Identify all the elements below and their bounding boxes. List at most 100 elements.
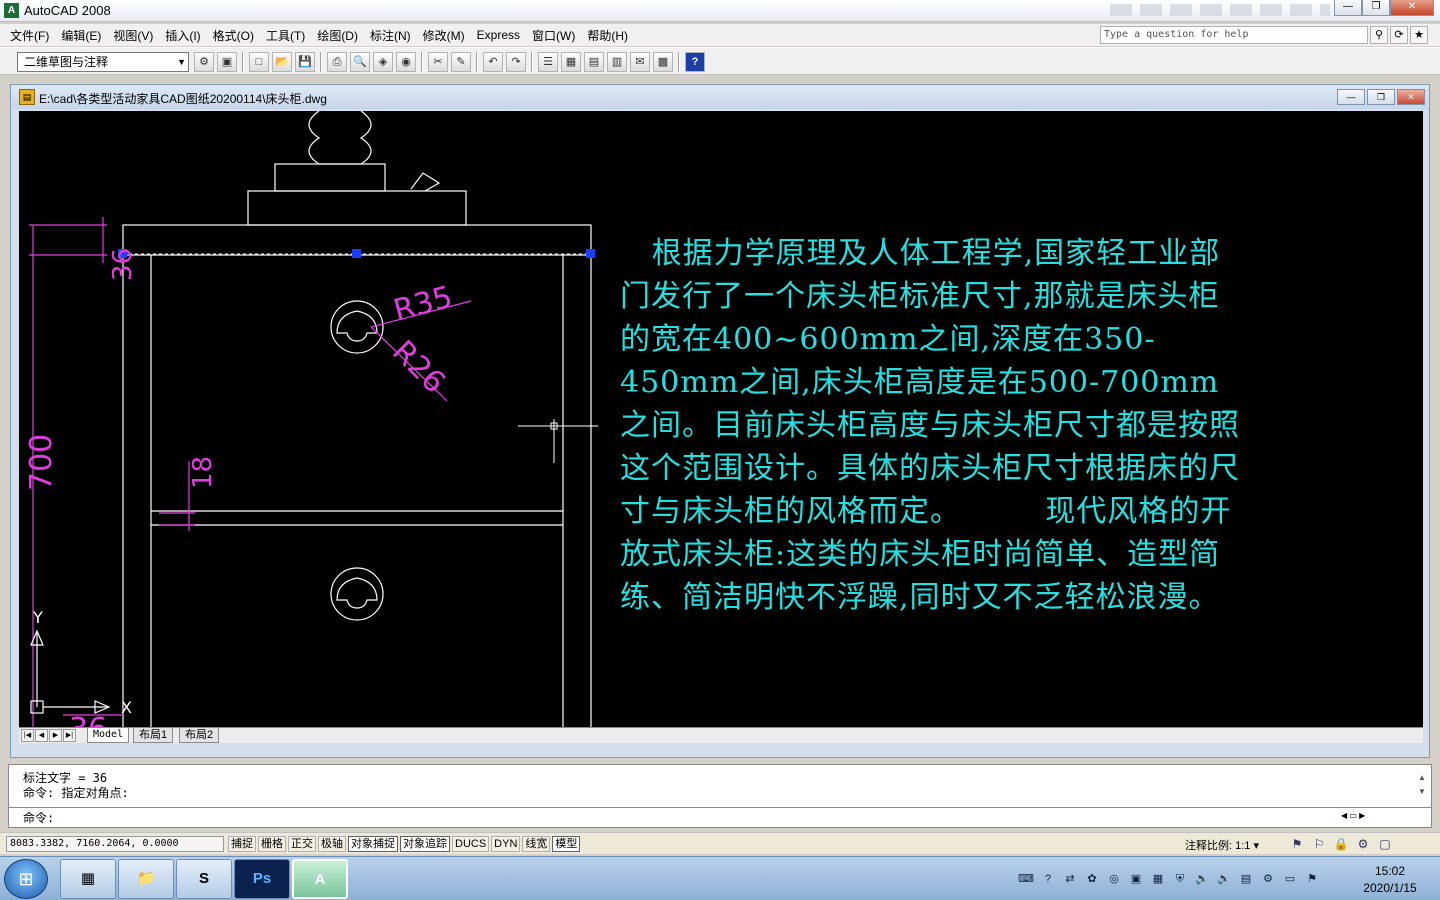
- keyboard-icon[interactable]: ⌨: [1018, 871, 1034, 887]
- last-tab-icon[interactable]: ▶|: [63, 729, 76, 742]
- menu-dimension[interactable]: 标注(N): [364, 27, 417, 44]
- input-method-icon[interactable]: ⇄: [1062, 871, 1078, 887]
- sheet-set-icon[interactable]: ▥: [607, 52, 627, 72]
- grid-app-icon[interactable]: ▦: [1150, 871, 1166, 887]
- small-angle-mark: [410, 172, 441, 192]
- speaker-icon[interactable]: 🔈: [1194, 871, 1210, 887]
- autocad-taskbar-icon[interactable]: A: [292, 859, 348, 899]
- menu-insert[interactable]: 插入(I): [159, 27, 206, 44]
- photoshop-icon[interactable]: Ps: [234, 859, 290, 899]
- prev-tab-icon[interactable]: ◀: [35, 729, 48, 742]
- flag-icon[interactable]: ⚑: [1304, 871, 1320, 887]
- grip-middle[interactable]: [352, 249, 361, 258]
- menu-tools[interactable]: 工具(T): [260, 27, 311, 44]
- menu-draw[interactable]: 绘图(D): [311, 27, 364, 44]
- sogou-icon[interactable]: S: [176, 859, 232, 899]
- redo-icon[interactable]: ↷: [506, 52, 526, 72]
- menu-help[interactable]: 帮助(H): [581, 27, 634, 44]
- toggle-polar[interactable]: 极轴: [318, 836, 346, 852]
- command-vertical-scrollbar[interactable]: ▲ ▼: [1415, 771, 1429, 805]
- tool-palettes-icon[interactable]: ▤: [584, 52, 604, 72]
- restore-button[interactable]: ❐: [1362, 0, 1390, 16]
- app-tray-icon[interactable]: ▣: [1128, 871, 1144, 887]
- close-button[interactable]: ✕: [1390, 0, 1434, 16]
- first-tab-icon[interactable]: |◀: [21, 729, 34, 742]
- finial-knob: [308, 111, 372, 165]
- design-center-icon[interactable]: ▦: [561, 52, 581, 72]
- tab-layout1[interactable]: 布局1: [133, 728, 174, 743]
- help-icon[interactable]: ?: [685, 52, 705, 72]
- publish-icon[interactable]: ◈: [373, 52, 393, 72]
- status-settings-icon[interactable]: ⚙: [1354, 835, 1372, 853]
- properties-icon[interactable]: ☰: [538, 52, 558, 72]
- toggle-ducs[interactable]: DUCS: [452, 836, 490, 852]
- menu-file[interactable]: 文件(F): [4, 27, 55, 44]
- next-tab-icon[interactable]: ▶: [49, 729, 62, 742]
- menu-format[interactable]: 格式(O): [207, 27, 260, 44]
- volume-icon[interactable]: 🔊: [1216, 871, 1232, 887]
- 3d-dwf-icon[interactable]: ◉: [396, 52, 416, 72]
- crosshair-cursor: [518, 419, 598, 463]
- menu-window[interactable]: 窗口(W): [526, 27, 581, 44]
- search-icon[interactable]: ⚲: [1370, 26, 1388, 44]
- grip-right[interactable]: [586, 249, 595, 258]
- toggle-ortho[interactable]: 正交: [288, 836, 316, 852]
- shield-icon[interactable]: ⛨: [1172, 871, 1188, 887]
- menu-express[interactable]: Express: [471, 28, 526, 42]
- annotation-visibility-icon[interactable]: ⚑: [1288, 835, 1306, 853]
- network-icon[interactable]: ▤: [1238, 871, 1254, 887]
- toggle-osnap[interactable]: 对象捕捉: [348, 836, 398, 852]
- favorites-star-icon[interactable]: ★: [1410, 26, 1428, 44]
- workspace-select[interactable]: 二维草图与注释 ▼: [17, 52, 189, 72]
- annotation-scale[interactable]: 注释比例: 1:1 ▾: [1185, 837, 1259, 853]
- save-icon[interactable]: 💾: [295, 52, 315, 72]
- doc-close-button[interactable]: ✕: [1397, 89, 1425, 105]
- toggle-otrack[interactable]: 对象追踪: [400, 836, 450, 852]
- undo-icon[interactable]: ↶: [483, 52, 503, 72]
- toggle-model[interactable]: 模型: [552, 836, 581, 852]
- help-tray-icon[interactable]: ?: [1040, 871, 1056, 887]
- wechat-icon[interactable]: ◎: [1106, 871, 1122, 887]
- doc-minimize-button[interactable]: —: [1337, 89, 1365, 105]
- display-icon[interactable]: ▭: [1282, 871, 1298, 887]
- toggle-snap[interactable]: 捕捉: [228, 836, 256, 852]
- tab-model[interactable]: Model: [87, 728, 130, 743]
- action-center-icon[interactable]: ⚙: [1260, 871, 1276, 887]
- toggle-grid[interactable]: 栅格: [258, 836, 286, 852]
- model-space-canvas[interactable]: 36 18 R35 R26 700 36 Y X: [19, 111, 1423, 727]
- match-properties-icon[interactable]: ✎: [451, 52, 471, 72]
- menu-modify[interactable]: 修改(M): [417, 27, 471, 44]
- workspace-save-icon[interactable]: ▣: [217, 52, 237, 72]
- tab-layout2[interactable]: 布局2: [179, 728, 220, 743]
- start-button-icon[interactable]: ⊞: [4, 859, 48, 899]
- windows-explorer-icon[interactable]: ▦: [60, 859, 116, 899]
- markup-icon[interactable]: ✉: [630, 52, 650, 72]
- clean-screen-icon[interactable]: ▢: [1376, 835, 1394, 853]
- flower-icon[interactable]: ✿: [1084, 871, 1100, 887]
- layout-tabs-bar: |◀ ◀ ▶ ▶| Model 布局1 布局2: [19, 727, 1423, 743]
- help-search-input[interactable]: Type a question for help: [1100, 26, 1368, 44]
- menu-edit[interactable]: 编辑(E): [55, 27, 107, 44]
- minimize-button[interactable]: —: [1334, 0, 1362, 16]
- calculator-icon[interactable]: ▩: [653, 52, 673, 72]
- open-folder-icon[interactable]: 📂: [272, 52, 292, 72]
- command-horizontal-scrollbar[interactable]: ◀ ▭ ▶: [1341, 811, 1401, 823]
- handle-upper-inner: [336, 310, 378, 342]
- auto-scale-icon[interactable]: ⚐: [1310, 835, 1328, 853]
- command-input[interactable]: 命令:: [9, 807, 1431, 828]
- plot-icon[interactable]: ⎙: [327, 52, 347, 72]
- communication-center-icon[interactable]: ⟳: [1390, 26, 1408, 44]
- workspace-settings-icon[interactable]: ⚙: [194, 52, 214, 72]
- cut-icon[interactable]: ✂: [428, 52, 448, 72]
- file-manager-icon[interactable]: 📁: [118, 859, 174, 899]
- status-tray-icons: ⚑ ⚐ 🔒 ⚙ ▢: [1288, 835, 1394, 853]
- toggle-dyn[interactable]: DYN: [491, 836, 521, 852]
- toggle-lineweight[interactable]: 线宽: [522, 836, 551, 852]
- lock-icon[interactable]: 🔒: [1332, 835, 1350, 853]
- coordinate-readout[interactable]: 8083.3382, 7160.2064, 0.0000: [6, 836, 224, 852]
- doc-restore-button[interactable]: ❐: [1367, 89, 1395, 105]
- new-file-icon[interactable]: □: [249, 52, 269, 72]
- taskbar-clock[interactable]: 15:02 2020/1/15: [1350, 863, 1430, 897]
- menu-view[interactable]: 视图(V): [107, 27, 159, 44]
- plot-preview-icon[interactable]: 🔍: [350, 52, 370, 72]
